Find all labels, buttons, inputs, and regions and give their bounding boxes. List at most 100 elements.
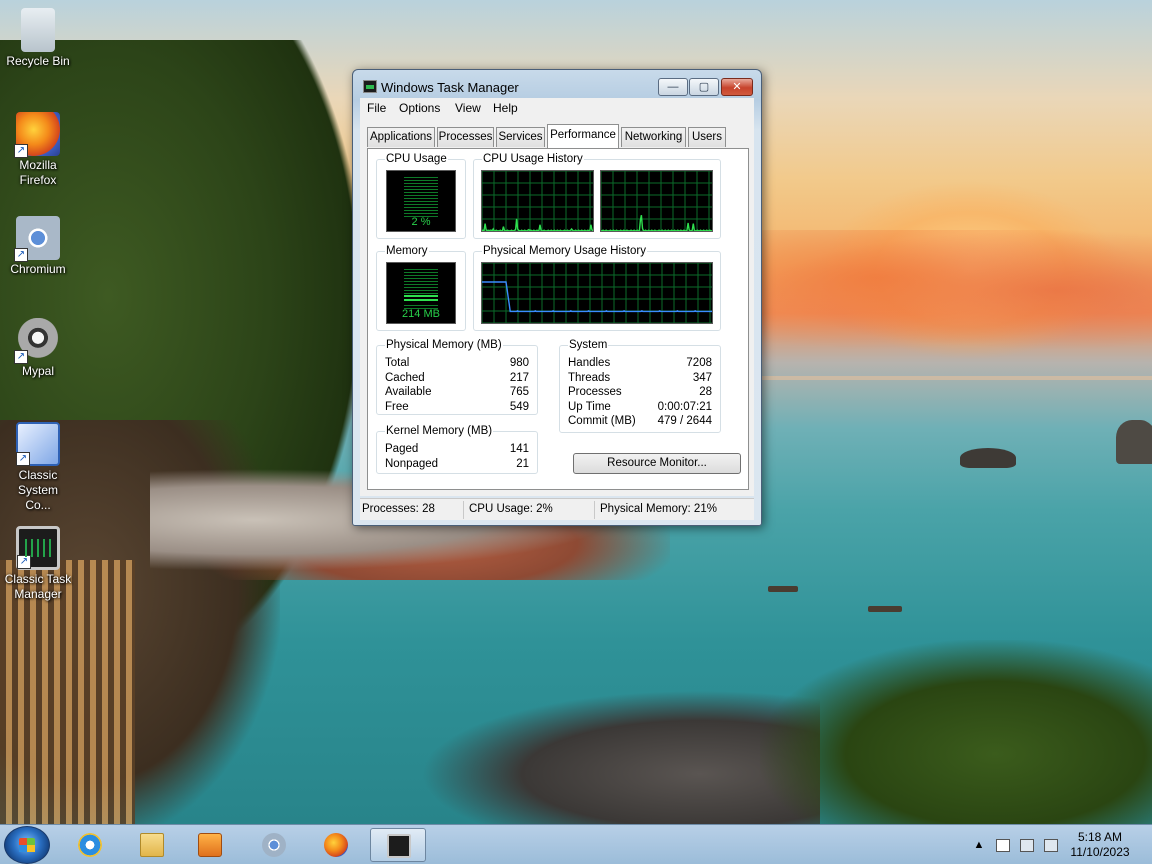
cpu-usage-label: CPU Usage [385, 153, 448, 165]
tab-networking[interactable]: Networking [621, 127, 686, 147]
memory-history-chart [482, 263, 712, 323]
status-memory: Physical Memory: 21% [600, 503, 717, 515]
close-button[interactable]: ✕ [721, 78, 753, 96]
stat-key: Free [385, 401, 409, 413]
resource-monitor-button[interactable]: Resource Monitor... [573, 453, 741, 474]
stat-value: 21 [516, 458, 529, 470]
title-bar[interactable]: Windows Task Manager — ▢ ✕ [353, 70, 761, 100]
memory-history-group: Physical Memory Usage History [473, 245, 721, 331]
taskbar-chromium[interactable] [246, 828, 302, 862]
menu-options[interactable]: Options [399, 101, 440, 115]
memory-meter-fill [404, 294, 438, 303]
show-hidden-icons-button[interactable]: ▲ [972, 839, 986, 852]
maximize-button[interactable]: ▢ [689, 78, 719, 96]
memory-group: Memory 214 MB [376, 245, 466, 331]
taskbar-firefox[interactable] [308, 828, 364, 862]
clouds [760, 230, 1152, 350]
start-button[interactable] [4, 826, 50, 864]
stat-threads: Threads 347 [568, 371, 712, 386]
desktop-icon-label: Chromium [10, 262, 66, 276]
menu-file[interactable]: File [367, 101, 386, 115]
window-title: Windows Task Manager [381, 80, 519, 95]
cpu-history-graph-core2 [600, 170, 713, 232]
tab-processes[interactable]: Processes [437, 127, 494, 147]
taskbar-file-explorer[interactable] [124, 828, 180, 862]
mypal-icon: ↗ [14, 318, 60, 364]
status-divider [463, 501, 464, 519]
chromium-icon: ↗ [14, 216, 60, 262]
task-manager-window: Windows Task Manager — ▢ ✕ File Options … [352, 69, 762, 526]
shortcut-arrow-icon: ↗ [14, 248, 28, 262]
desktop-icon-label: Recycle Bin [6, 54, 70, 68]
task-manager-icon: ↗ [16, 526, 60, 570]
cpu-usage-group: CPU Usage 2 % [376, 153, 466, 239]
chromium-icon [262, 833, 286, 857]
kernel-memory-label: Kernel Memory (MB) [385, 425, 494, 437]
stat-value: 0:00:07:21 [657, 401, 712, 413]
tab-services[interactable]: Services [496, 127, 545, 147]
memory-history-graph [481, 262, 713, 324]
file-explorer-icon [140, 833, 164, 857]
desktop-icon-chromium[interactable]: ↗ Chromium [0, 216, 76, 277]
desktop-icon-firefox[interactable]: ↗ Mozilla Firefox [0, 112, 76, 188]
action-center-flag-icon[interactable] [996, 839, 1010, 852]
task-manager-icon [387, 834, 411, 858]
memory-history-label: Physical Memory Usage History [482, 245, 647, 257]
stat-key: Total [385, 357, 410, 369]
desktop-icon-classic-task-manager[interactable]: ↗ Classic Task Manager [0, 526, 76, 602]
task-manager-icon [363, 80, 377, 93]
sea-rock [1116, 420, 1152, 464]
desktop-icon-classic-system-control[interactable]: ↗ Classic System Co... [0, 422, 76, 513]
boat [768, 586, 798, 592]
cpu-history-group: CPU Usage History [473, 153, 721, 239]
firefox-icon: ↗ [14, 112, 60, 158]
cpu-usage-value: 2 % [411, 216, 431, 228]
control-panel-icon: ↗ [16, 422, 60, 466]
network-icon[interactable] [1020, 839, 1034, 852]
volume-muted-icon[interactable] [1044, 839, 1058, 852]
foreground-foliage [760, 640, 1152, 824]
cpu-history-label: CPU Usage History [482, 153, 584, 165]
taskbar-task-manager[interactable] [370, 828, 426, 862]
stat-key: Threads [568, 372, 611, 384]
desktop-icon-label: Classic System Co... [17, 468, 58, 512]
tab-applications[interactable]: Applications [367, 127, 435, 147]
stat-key: Commit (MB) [568, 415, 636, 427]
menu-help[interactable]: Help [493, 101, 518, 115]
clock[interactable]: 5:18 AM 11/10/2023 [1060, 830, 1140, 860]
memory-meter-bars [404, 269, 438, 309]
cpu-meter-bars [404, 177, 438, 217]
stat-commit: Commit (MB) 479 / 2644 [568, 414, 712, 429]
shortcut-arrow-icon: ↗ [16, 452, 30, 466]
stat-value: 28 [699, 386, 712, 398]
taskbar-internet-explorer[interactable] [62, 828, 118, 862]
status-divider [594, 501, 595, 519]
horizon [700, 376, 1152, 380]
client-area: Applications Processes Services Performa… [360, 118, 754, 496]
minimize-button[interactable]: — [658, 78, 688, 96]
stat-key: Handles [568, 357, 611, 369]
stat-paged: Paged 141 [385, 442, 529, 457]
stat-key: Processes [568, 386, 622, 398]
system-group: System Handles 7208 Threads 347 Processe… [559, 339, 721, 433]
desktop-icon-mypal[interactable]: ↗ Mypal [0, 318, 76, 379]
stat-value: 7208 [686, 357, 712, 369]
shortcut-arrow-icon: ↗ [17, 555, 31, 569]
taskbar-media-player[interactable] [182, 828, 238, 862]
cpu-history-core1-chart [482, 171, 593, 231]
stat-value: 217 [509, 372, 529, 384]
stat-value: 549 [509, 401, 529, 413]
stat-processes: Processes 28 [568, 385, 712, 400]
stat-handles: Handles 7208 [568, 356, 712, 371]
menu-view[interactable]: View [455, 101, 481, 115]
tab-performance[interactable]: Performance [547, 124, 619, 148]
boat [868, 606, 902, 612]
stat-total: Total 980 [385, 356, 529, 371]
internet-explorer-icon [78, 833, 102, 857]
performance-panel: CPU Usage 2 % CPU Usage History Memory 2… [367, 148, 749, 490]
desktop-icon-recycle-bin[interactable]: Recycle Bin [0, 8, 76, 69]
kernel-memory-group: Kernel Memory (MB) Paged 141 Nonpaged 21 [376, 425, 538, 474]
memory-history-line [482, 281, 712, 313]
tab-users[interactable]: Users [688, 127, 726, 147]
firefox-icon [324, 833, 348, 857]
